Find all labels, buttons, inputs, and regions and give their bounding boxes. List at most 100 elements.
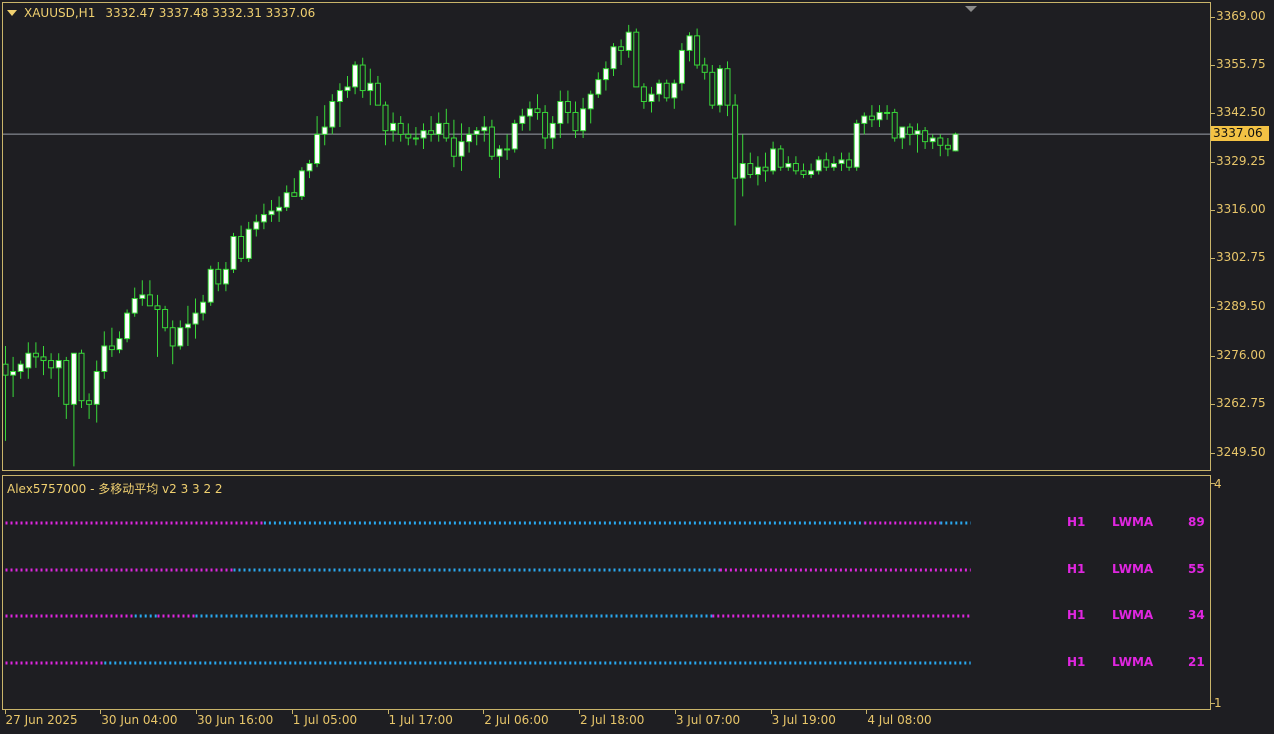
candle — [40, 345, 47, 376]
bull-candle-body — [55, 360, 62, 369]
candle — [184, 305, 191, 346]
bull-candle-body — [739, 163, 746, 179]
candle — [678, 43, 685, 91]
candle — [937, 134, 944, 157]
price-tick-label: 3369.00 — [1216, 8, 1266, 23]
candle — [557, 90, 564, 138]
ma-period-label: 34 — [1188, 608, 1205, 622]
bull-candle-body — [580, 108, 587, 132]
bear-candle-body — [747, 163, 754, 175]
candle — [321, 105, 328, 146]
bull-candle-body — [458, 141, 465, 157]
bear-candle-body — [944, 144, 951, 150]
price-tick — [1211, 16, 1215, 18]
candle — [48, 353, 55, 379]
bull-candle-body — [131, 298, 138, 314]
bear-candle-body — [78, 352, 85, 402]
candle — [450, 119, 457, 168]
price-tick-label: 3276.00 — [1216, 347, 1266, 362]
bull-candle-body — [466, 133, 473, 143]
bull-candle-body — [754, 166, 761, 175]
price-tick — [1211, 258, 1215, 260]
bull-candle-body — [785, 163, 792, 168]
chart-menu-icon[interactable] — [7, 10, 17, 16]
bull-candle-body — [496, 148, 503, 157]
candle — [610, 43, 617, 76]
bear-candle-body — [640, 86, 647, 103]
ma-method-label: LWMA — [1112, 515, 1154, 529]
bull-candle-body — [276, 206, 283, 212]
bear-candle-body — [846, 159, 853, 168]
candle — [716, 65, 723, 113]
bull-candle-body — [412, 137, 419, 140]
bear-candle-body — [382, 104, 389, 132]
candle — [298, 167, 305, 201]
bear-candle-body — [694, 35, 701, 66]
bull-candle-body — [686, 35, 693, 51]
bull-candle-body — [830, 163, 837, 168]
bull-candle-body — [101, 345, 108, 372]
bear-candle-body — [868, 115, 875, 121]
bull-candle-body — [17, 363, 24, 372]
candle — [906, 123, 913, 146]
candle — [116, 331, 123, 354]
time-axis[interactable]: 27 Jun 2025 30 Jun 04:00 30 Jun 16:00 1 Jul… — [0, 710, 1211, 734]
candle — [526, 101, 533, 131]
candle — [823, 152, 830, 171]
bear-candle-body — [374, 82, 381, 106]
candle — [63, 356, 70, 419]
bull-candle-body — [306, 163, 313, 172]
candle — [762, 152, 769, 182]
candle — [770, 141, 777, 175]
bull-candle-body — [230, 236, 237, 270]
bull-candle-body — [504, 148, 511, 151]
bear-candle-body — [428, 130, 435, 135]
bull-candle-body — [314, 133, 321, 165]
bear-candle-body — [291, 192, 298, 197]
candle — [139, 280, 146, 306]
bull-candle-body — [587, 93, 594, 110]
candle — [663, 79, 670, 102]
bull-candle-body — [25, 352, 32, 369]
bear-candle-body — [359, 64, 366, 92]
candle — [306, 159, 313, 179]
candle — [785, 156, 792, 171]
indicator-axis: 4 1 — [1211, 475, 1274, 712]
candle — [397, 116, 404, 142]
candle — [70, 352, 77, 467]
bull-candle-body — [283, 192, 290, 208]
ma-trend-rows — [5, 521, 971, 665]
bear-candle-body — [633, 31, 640, 88]
chart-shift-marker-icon[interactable] — [965, 6, 977, 12]
bull-candle-body — [678, 49, 685, 84]
bull-candle-body — [519, 115, 526, 124]
bull-candle-body — [625, 31, 632, 51]
candle — [3, 345, 9, 441]
price-chart-panel[interactable]: XAUUSD,H1 3332.47 3337.48 3332.31 3337.0… — [2, 2, 1211, 471]
bull-candle-body — [200, 301, 207, 314]
candle — [922, 127, 929, 149]
ma-period-label: 21 — [1188, 655, 1205, 669]
bull-candle-body — [298, 170, 305, 197]
indicator-panel[interactable]: Alex5757000 - 多移动平均 v2 3 3 2 2 H1 LWMA 89 H… — [2, 475, 1211, 710]
candle — [283, 185, 290, 211]
candle — [701, 57, 708, 80]
bull-candle-body — [192, 312, 199, 325]
candle — [602, 61, 609, 91]
price-axis[interactable]: 3369.00 3355.75 3342.50 3329.25 3316.00 3302.… — [1211, 0, 1274, 473]
ma-method-label: LWMA — [1112, 562, 1154, 576]
bear-candle-body — [162, 308, 169, 329]
candle — [405, 123, 412, 146]
bear-candle-body — [238, 236, 245, 259]
candle — [640, 83, 647, 109]
bull-candle-body — [10, 370, 17, 376]
candle — [747, 152, 754, 179]
bear-candle-body — [40, 356, 47, 362]
bull-candle-body — [557, 101, 564, 124]
bear-candle-body — [48, 360, 55, 369]
bull-candle-body — [671, 82, 678, 99]
time-tick-label: 2 Jul 06:00 — [484, 713, 549, 727]
symbol-label: XAUUSD,H1 — [24, 6, 96, 20]
candle — [93, 360, 100, 423]
candle — [359, 57, 366, 98]
